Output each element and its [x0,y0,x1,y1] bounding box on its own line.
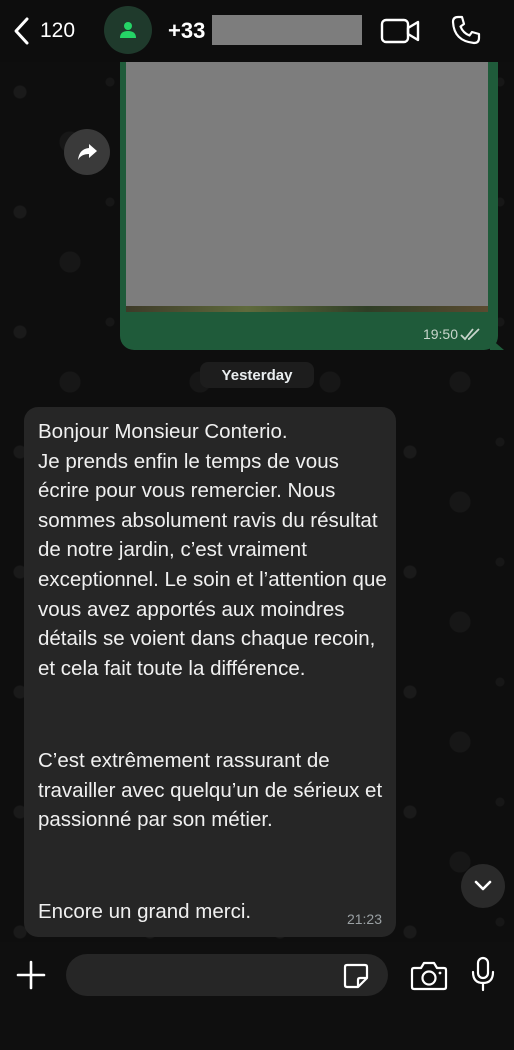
video-camera-icon[interactable] [380,16,420,46]
microphone-icon[interactable] [470,956,496,992]
chat-area[interactable]: 19:50 Yesterday Bonjour Monsieur Conteri… [0,62,514,942]
message-paragraph: Encore un grand merci. [38,900,252,923]
date-separator: Yesterday [200,362,314,388]
sticker-icon[interactable] [342,962,370,990]
contact-name[interactable]: +33 [168,18,205,44]
message-time: 19:50 [422,326,458,342]
back-button[interactable]: 120 [10,14,75,48]
unread-count: 120 [40,19,76,42]
message-time: 21:23 [346,911,382,927]
camera-icon[interactable] [410,960,448,992]
phone-icon[interactable] [450,14,482,46]
redacted-image[interactable] [126,62,488,310]
message-paragraph: C’est extrêmement rassurant de travaille… [38,749,383,832]
plus-icon[interactable] [14,958,48,992]
read-receipt-icon [460,328,480,341]
outgoing-image-message[interactable]: 19:50 [120,62,498,350]
message-input[interactable] [66,954,388,996]
incoming-message[interactable]: Bonjour Monsieur Conterio. Je prends enf… [24,407,396,937]
chevron-left-icon [14,17,29,45]
message-paragraph: Bonjour Monsieur Conterio. Je prends enf… [38,420,387,680]
forward-icon [78,144,97,160]
scroll-to-bottom-button[interactable] [461,864,505,908]
forward-button[interactable] [64,129,110,175]
person-icon [120,22,136,38]
redacted-contact-number [212,15,362,45]
image-edge [126,306,488,312]
chat-header: 120 +33 [0,0,514,62]
input-bar [0,942,514,1050]
chevron-down-icon [474,880,492,891]
avatar[interactable] [104,6,152,54]
